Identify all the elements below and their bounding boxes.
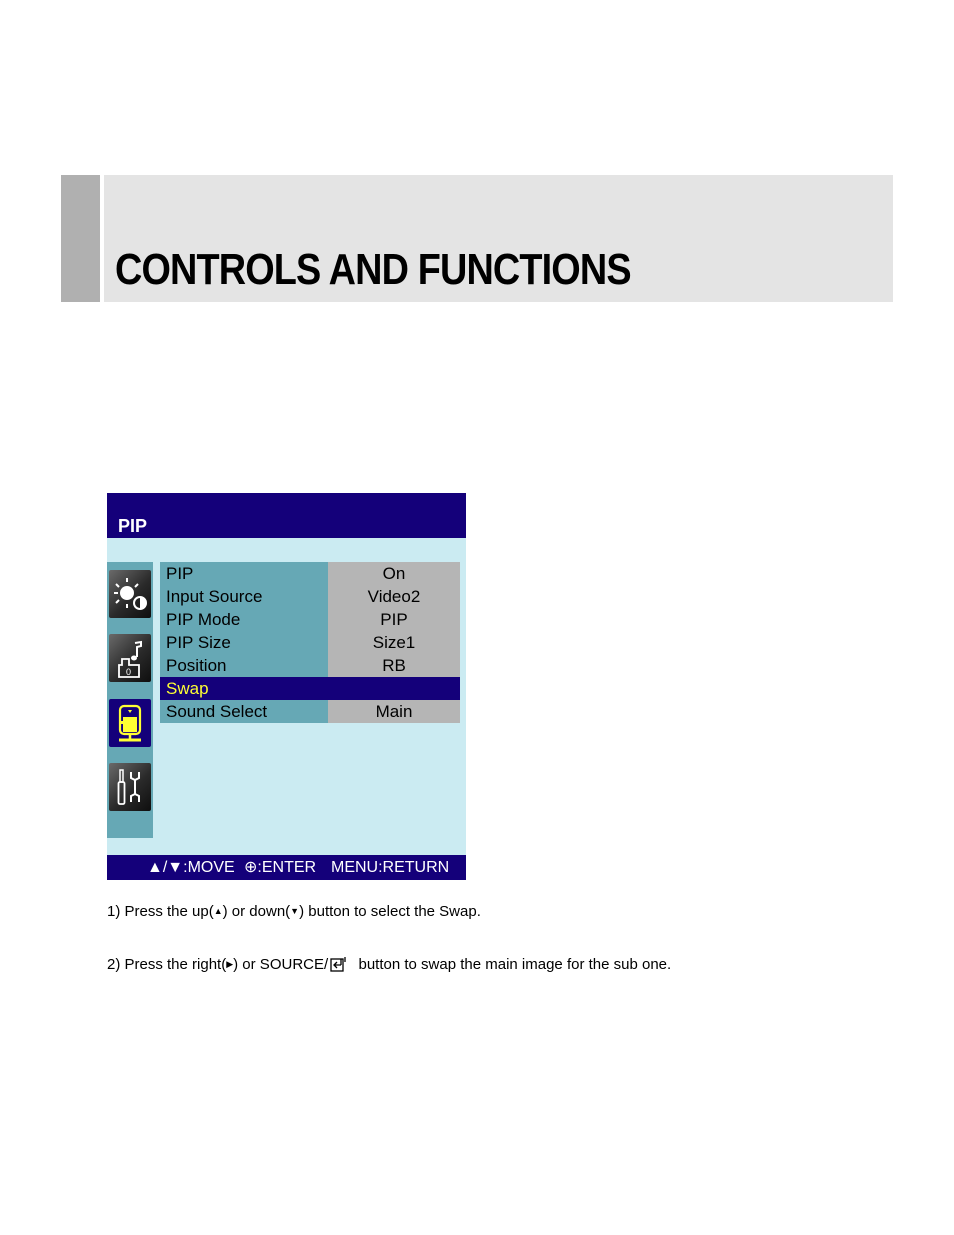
- menu-label: PIP: [160, 562, 328, 585]
- menu-row-sound-select[interactable]: Sound Select Main: [160, 700, 460, 723]
- menu-label: PIP Mode: [160, 608, 328, 631]
- menu-value: Main: [328, 700, 460, 723]
- return-hint: MENU:RETURN: [331, 859, 450, 876]
- menu-label: Input Source: [160, 585, 328, 608]
- menu-label: Swap: [160, 677, 328, 700]
- move-hint: ▲/▼:MOVE: [147, 859, 235, 876]
- menu-value: Size1: [328, 631, 460, 654]
- osd-footer-hints: ▲/▼:MOVE ⊕:ENTER MENU:RETURN: [107, 855, 466, 880]
- sidebar-item-pip[interactable]: [109, 699, 151, 747]
- menu-label: Position: [160, 654, 328, 677]
- page-title: CONTROLS AND FUNCTIONS: [115, 245, 632, 294]
- osd-title-bar: PIP: [107, 493, 466, 538]
- menu-row-position[interactable]: Position RB: [160, 654, 460, 677]
- svg-text:0: 0: [126, 667, 131, 677]
- menu-value: Video2: [328, 585, 460, 608]
- menu-label: PIP Size: [160, 631, 328, 654]
- menu-value: PIP: [328, 608, 460, 631]
- instruction-step-1: 1) Press the up(▲) or down(▼) button to …: [107, 903, 481, 920]
- header-accent-bar: [61, 175, 100, 302]
- instruction-step-2: 2) Press the right(▶) or SOURCE/ button …: [107, 956, 671, 976]
- osd-title: PIP: [118, 516, 148, 536]
- step2-text-c: button to swap the main image for the su…: [350, 956, 672, 973]
- step1-text-a: 1) Press the up(: [107, 903, 214, 920]
- section-header: CONTROLS AND FUNCTIONS: [61, 175, 893, 302]
- menu-value: On: [328, 562, 460, 585]
- sound-icon: 0: [118, 640, 142, 678]
- enter-hint: ⊕:ENTER: [244, 859, 317, 876]
- menu-row-pip[interactable]: PIP On: [160, 562, 460, 585]
- menu-label: Sound Select: [160, 700, 328, 723]
- pip-osd-menu: PIP 0 PIP On Input Source Video2 PIP Mod…: [107, 493, 466, 880]
- up-arrow-icon: ▲: [213, 906, 223, 916]
- sidebar-item-picture[interactable]: [109, 570, 151, 618]
- sidebar-item-sound[interactable]: 0: [109, 634, 151, 682]
- menu-row-pip-mode[interactable]: PIP Mode PIP: [160, 608, 460, 631]
- menu-row-pip-size[interactable]: PIP Size Size1: [160, 631, 460, 654]
- osd-menu-list: PIP On Input Source Video2 PIP Mode PIP …: [160, 562, 460, 723]
- picture-icon: [114, 578, 147, 610]
- menu-value: [328, 677, 460, 700]
- setup-tools-icon: [117, 769, 140, 805]
- menu-row-input-source[interactable]: Input Source Video2: [160, 585, 460, 608]
- down-arrow-icon: ▼: [290, 906, 300, 916]
- step1-text-b: ) or down(: [222, 903, 291, 920]
- enter-icon: [330, 956, 348, 976]
- step2-text-a: 2) Press the right(: [107, 956, 227, 973]
- step1-text-c: ) button to select the Swap.: [299, 903, 481, 920]
- step2-text-b: ) or SOURCE/: [233, 956, 329, 973]
- sidebar-item-setup[interactable]: [109, 763, 151, 811]
- pip-icon: [118, 704, 142, 742]
- menu-value: RB: [328, 654, 460, 677]
- osd-sidebar: 0: [107, 562, 153, 838]
- menu-row-swap[interactable]: Swap: [160, 677, 460, 700]
